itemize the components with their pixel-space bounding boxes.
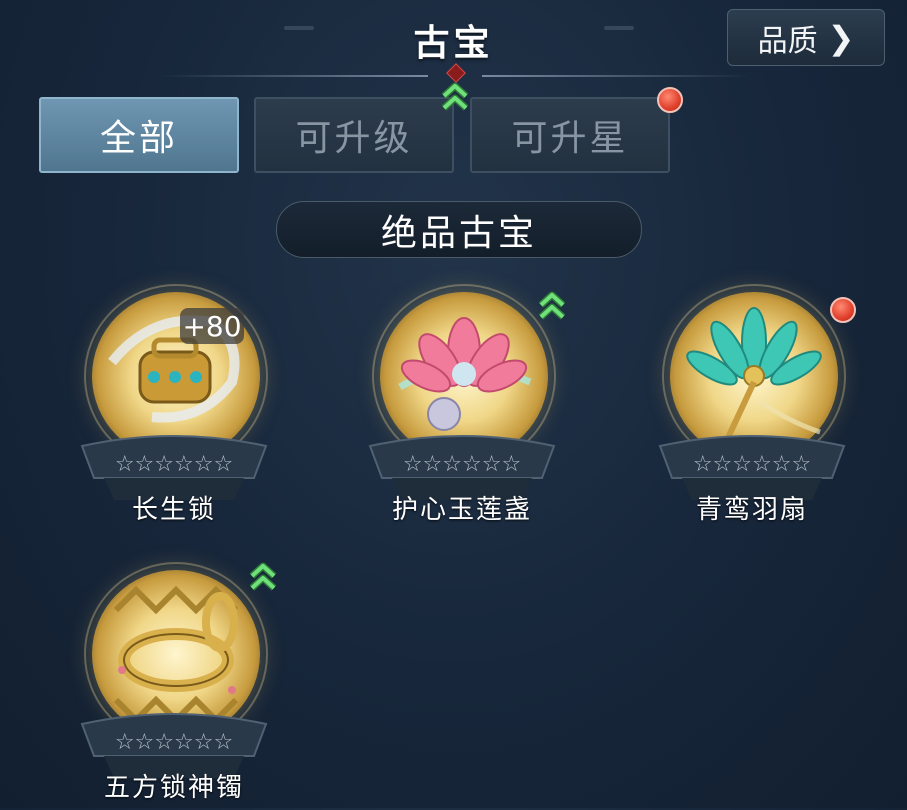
upgrade-arrow-icon	[441, 82, 469, 111]
tab-star-upgradable-label: 可升星	[511, 118, 629, 159]
tab-all-label: 全部	[99, 118, 178, 159]
section-banner: 绝品古宝	[276, 201, 642, 258]
tab-star-upgradable[interactable]: 可升星	[470, 97, 670, 173]
title-gem-ornament	[446, 63, 466, 83]
tab-upgradable[interactable]: 可升级	[254, 97, 454, 173]
section-title: 绝品古宝	[380, 212, 537, 254]
upgrade-arrow-icon	[249, 562, 277, 591]
treasure-name: 五方锁神镯	[103, 773, 244, 803]
star-rating: ☆☆☆☆☆☆	[114, 452, 234, 477]
quality-filter-button[interactable]: 品质 ❯	[727, 9, 885, 66]
chevron-right-icon: ❯	[827, 18, 855, 57]
notification-dot	[657, 87, 683, 113]
banner-ornament-left	[284, 26, 314, 30]
treasure-item[interactable]: ☆☆☆☆☆☆ 长生锁 +80	[74, 284, 274, 532]
title-divider-right	[482, 75, 750, 77]
star-rating: ☆☆☆☆☆☆	[692, 452, 812, 477]
tab-upgradable-label: 可升级	[295, 118, 413, 159]
notification-dot	[830, 297, 856, 323]
tab-all[interactable]: 全部	[39, 97, 239, 173]
treasure-item[interactable]: ☆☆☆☆☆☆ 青鸾羽扇	[652, 284, 852, 532]
level-badge: +80	[180, 308, 244, 344]
star-rating: ☆☆☆☆☆☆	[114, 730, 234, 755]
treasure-item[interactable]: ☆☆☆☆☆☆ 护心玉莲盏	[362, 284, 562, 532]
quality-filter-label: 品质	[757, 23, 818, 59]
treasure-name: 长生锁	[131, 495, 216, 525]
banner-ornament-right	[604, 26, 634, 30]
title-divider-left	[160, 75, 428, 77]
treasure-name: 青鸾羽扇	[695, 495, 808, 525]
treasure-item[interactable]: ☆☆☆☆☆☆ 五方锁神镯	[74, 562, 274, 810]
upgrade-arrow-icon	[538, 291, 566, 320]
treasure-name: 护心玉莲盏	[391, 495, 532, 525]
star-rating: ☆☆☆☆☆☆	[402, 452, 522, 477]
